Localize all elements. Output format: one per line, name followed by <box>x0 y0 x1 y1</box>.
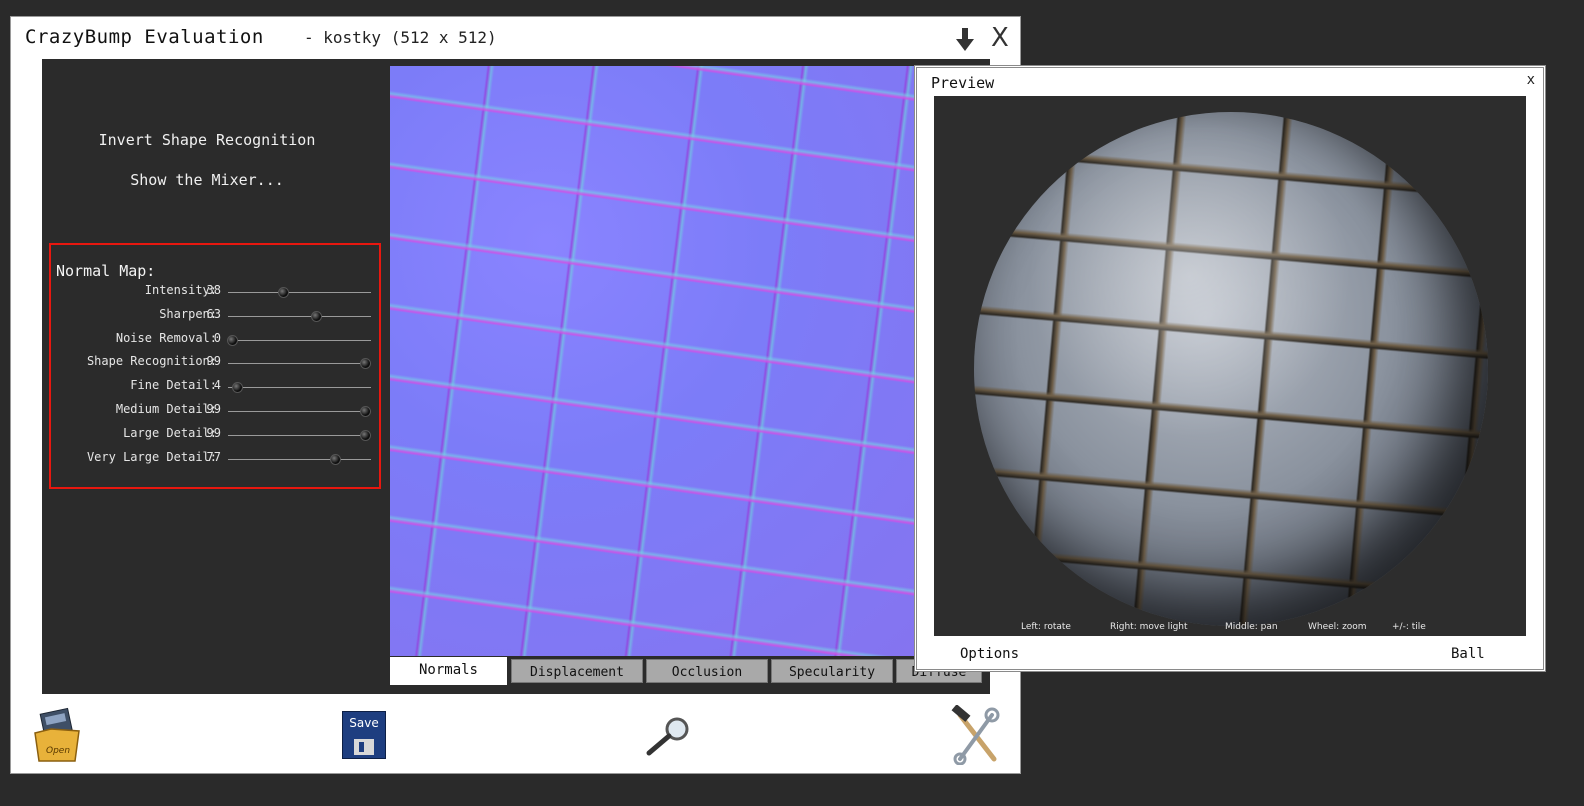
workspace: Invert Shape Recognition Show the Mixer.… <box>42 59 990 694</box>
slider-knob[interactable] <box>227 335 238 346</box>
hint-middle-pan: Middle: pan <box>1225 622 1278 632</box>
slider-knob[interactable] <box>232 382 244 393</box>
slider-medium-detail: Medium Detail: 99 <box>51 401 381 421</box>
preview-window: Preview x Left: rotate Right: move light… <box>914 65 1546 672</box>
slider-value: 4 <box>213 378 221 392</box>
slider-value: 77 <box>206 450 221 464</box>
slider-intensity: Intensity: 38 <box>51 282 381 302</box>
slider-label: Shape Recognition: <box>86 354 217 368</box>
magnify-icon[interactable] <box>643 715 695 759</box>
slider-knob[interactable] <box>311 311 323 322</box>
open-folder-icon[interactable]: Open <box>31 707 83 763</box>
options-button[interactable]: Options <box>960 646 1019 662</box>
hint-wheel-zoom: Wheel: zoom <box>1308 622 1367 632</box>
save-label: Save <box>349 716 379 730</box>
hint-left-rotate: Left: rotate <box>1021 622 1071 632</box>
normal-map-title: Normal Map: <box>56 262 156 280</box>
slider-track[interactable] <box>228 311 371 322</box>
slider-track[interactable] <box>228 430 371 441</box>
slider-noise-removal: Noise Removal: 0 <box>51 330 381 350</box>
bottom-toolbar: Open Save <box>11 701 1020 773</box>
shape-ball-button[interactable]: Ball <box>1451 646 1485 662</box>
slider-track[interactable] <box>227 335 371 346</box>
tools-icon[interactable] <box>950 705 1002 765</box>
slider-knob[interactable] <box>359 406 371 417</box>
slider-very-large-detail: Very Large Detail: 77 <box>51 449 381 469</box>
file-info: - kostky (512 x 512) <box>304 28 497 47</box>
tab-specularity[interactable]: Specularity <box>771 659 893 683</box>
close-icon[interactable]: X <box>991 23 1009 53</box>
preview-close-icon[interactable]: x <box>1527 72 1535 88</box>
app-title: CrazyBump Evaluation <box>25 26 264 48</box>
slider-track[interactable] <box>228 406 371 417</box>
download-arrow-icon[interactable] <box>955 27 975 53</box>
slider-knob[interactable] <box>359 358 371 369</box>
slider-knob[interactable] <box>359 430 371 441</box>
slider-knob[interactable] <box>277 287 289 298</box>
slider-value: 38 <box>206 283 221 297</box>
slider-label: Very Large Detail: <box>86 450 217 464</box>
tab-occlusion[interactable]: Occlusion <box>646 659 768 683</box>
slider-track[interactable] <box>228 287 371 298</box>
slider-knob[interactable] <box>330 454 342 465</box>
preview-viewport[interactable]: Left: rotate Right: move light Middle: p… <box>934 96 1526 636</box>
stone-ball-render[interactable] <box>974 112 1488 626</box>
tab-displacement[interactable]: Displacement <box>511 659 643 683</box>
slider-fine-detail: Fine Detail: 4 <box>51 377 381 397</box>
slider-value: 99 <box>206 426 221 440</box>
show-mixer-link[interactable]: Show the Mixer... <box>42 171 372 189</box>
slider-value: 99 <box>206 402 221 416</box>
slider-large-detail: Large Detail: 99 <box>51 425 381 445</box>
main-window: CrazyBump Evaluation - kostky (512 x 512… <box>10 16 1021 774</box>
slider-track[interactable] <box>228 454 371 465</box>
open-label: Open <box>46 746 70 756</box>
map-tabs: Normals Displacement Occlusion Speculari… <box>390 657 986 687</box>
slider-value: 0 <box>213 331 221 345</box>
preview-title: Preview <box>931 74 995 92</box>
save-disk-icon[interactable]: Save <box>342 711 386 759</box>
slider-track[interactable] <box>228 358 371 369</box>
disk-shutter <box>354 739 374 755</box>
slider-track[interactable] <box>228 382 371 393</box>
hint-right-move-light: Right: move light <box>1110 622 1188 632</box>
slider-sharpen: Sharpen: 63 <box>51 306 381 326</box>
invert-shape-recognition-link[interactable]: Invert Shape Recognition <box>42 131 372 149</box>
normal-map-panel: Normal Map: Intensity: 38 Sharpen: 63 No… <box>49 243 381 489</box>
normal-map-view[interactable] <box>390 66 914 656</box>
hint-tile: +/-: tile <box>1392 622 1426 632</box>
slider-shape-recognition: Shape Recognition: 99 <box>51 353 381 373</box>
tab-normals[interactable]: Normals <box>390 657 507 685</box>
slider-value: 99 <box>206 354 221 368</box>
slider-value: 63 <box>206 307 221 321</box>
